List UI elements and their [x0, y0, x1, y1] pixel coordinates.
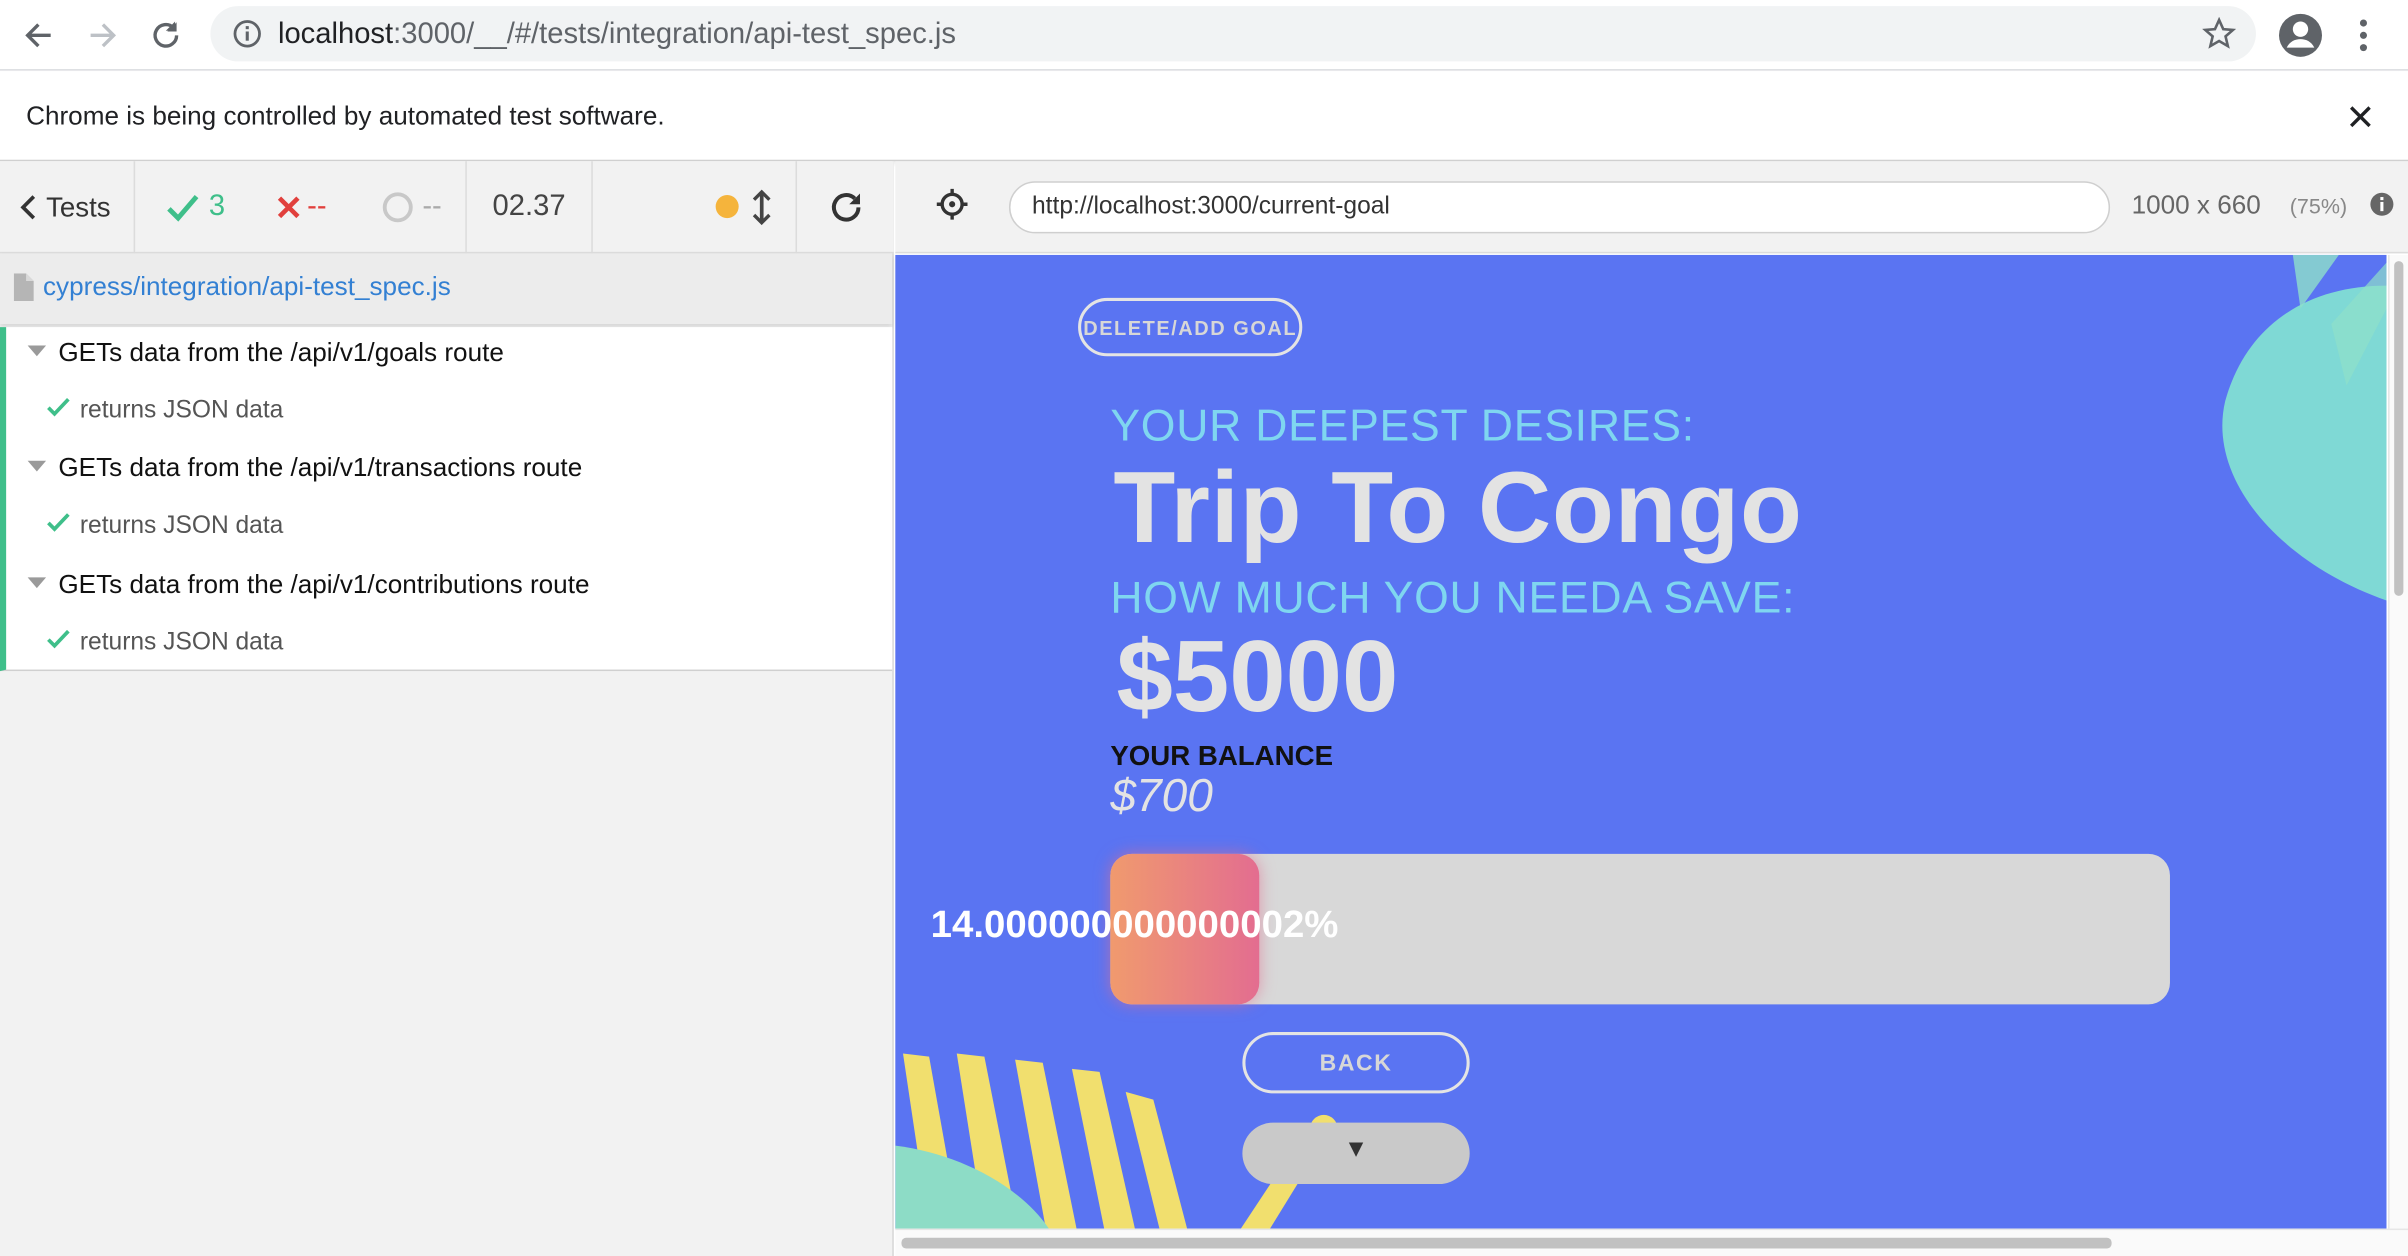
balance-amount: $700	[1110, 770, 1213, 822]
collapse-triangle-icon	[27, 577, 47, 589]
test-list: GETs data from the /api/v1/goals route r…	[0, 327, 893, 672]
goal-title: Trip To Congo	[1113, 449, 1803, 564]
suite-goals[interactable]: GETs data from the /api/v1/goals route	[27, 337, 504, 369]
collapse-triangle-icon	[27, 345, 47, 357]
close-icon[interactable]	[2347, 103, 2375, 131]
horizontal-scrollbar[interactable]	[895, 1228, 2408, 1256]
desires-label: YOUR DEEPEST DESIRES:	[1110, 402, 1695, 452]
horizontal-scroll-thumb[interactable]	[901, 1237, 2112, 1249]
address-text[interactable]: localhost:3000/__/#/tests/integration/ap…	[278, 18, 956, 52]
url-host: localhost	[277, 18, 394, 51]
pass-check-icon	[47, 513, 70, 532]
back-button[interactable]: BACK	[1242, 1031, 1470, 1094]
menu-icon[interactable]	[2350, 15, 2378, 55]
forward-icon[interactable]	[77, 9, 129, 61]
pending-count: --	[422, 190, 442, 223]
blob-bottom-left	[895, 1145, 1049, 1229]
tests-label: Tests	[46, 191, 111, 222]
running-indicator-icon	[715, 195, 739, 219]
test-title: returns JSON data	[79, 397, 284, 424]
rerun-icon	[831, 193, 860, 222]
test-transactions-returns-json[interactable]: returns JSON data	[46, 511, 283, 540]
reload-icon[interactable]	[140, 9, 192, 61]
test-goals-returns-json[interactable]: returns JSON data	[46, 396, 283, 425]
automation-infobar: Chrome is being controlled by automated …	[0, 72, 2408, 162]
reporter-header: Tests 3 -- -- 02.37	[0, 161, 894, 254]
url-path: :3000/__/#/tests/integration/api-test_sp…	[393, 18, 957, 51]
stripe-bottom-left	[1071, 1068, 1135, 1229]
browser-toolbar: localhost:3000/__/#/tests/integration/ap…	[0, 0, 2408, 71]
vertical-scrollbar[interactable]	[2388, 254, 2408, 1229]
tests-button[interactable]: Tests	[0, 161, 136, 254]
vertical-scroll-thumb[interactable]	[2394, 261, 2404, 596]
app-preview: DELETE/ADD GOAL YOUR DEEPEST DESIRES: Tr…	[895, 254, 2387, 1229]
infobar-text: Chrome is being controlled by automated …	[26, 101, 665, 131]
goal-amount: $5000	[1116, 618, 1399, 733]
chevron-left-icon	[20, 195, 36, 220]
test-title: returns JSON data	[79, 512, 284, 540]
file-icon	[13, 273, 34, 301]
spec-file-link[interactable]: cypress/integration/api-test_spec.js	[43, 272, 451, 303]
collapse-triangle-icon	[27, 460, 47, 472]
viewport-size: 1000 x 660	[2131, 190, 2261, 220]
suite-contributions[interactable]: GETs data from the /api/v1/contributions…	[27, 569, 590, 601]
selector-playground-icon[interactable]	[935, 187, 969, 221]
viewport-info-icon[interactable]	[2370, 192, 2395, 217]
suite-title: GETs data from the /api/v1/goals route	[58, 337, 504, 368]
suite-title: GETs data from the /api/v1/transactions …	[58, 453, 583, 483]
pass-check-icon	[47, 629, 70, 649]
suite-transactions[interactable]: GETs data from the /api/v1/transactions …	[27, 453, 583, 484]
info-icon[interactable]	[232, 18, 263, 49]
passed-check-icon	[167, 194, 199, 222]
pending-spinner-icon	[382, 192, 413, 223]
aut-url-field[interactable]: http://localhost:3000/current-goal	[1008, 181, 2111, 234]
test-title: returns JSON data	[79, 629, 284, 656]
aut-header: http://localhost:3000/current-goal 1000 …	[895, 161, 2408, 254]
failed-x-icon	[277, 196, 300, 219]
test-contributions-returns-json[interactable]: returns JSON data	[46, 628, 283, 657]
spec-file-bar: cypress/integration/api-test_spec.js	[0, 253, 893, 325]
address-bar[interactable]: localhost:3000/__/#/tests/integration/ap…	[210, 6, 2256, 62]
passed-count: 3	[208, 190, 226, 223]
star-icon[interactable]	[2202, 16, 2236, 51]
suite-title: GETs data from the /api/v1/contributions…	[58, 569, 590, 599]
progress-label: 14.000000000000002%	[930, 902, 1339, 946]
expand-toggle-button[interactable]: ▼	[1242, 1122, 1470, 1185]
stats: 3 -- --	[135, 161, 467, 254]
viewport-scale: (75%)	[2289, 193, 2348, 219]
rerun-button[interactable]	[795, 161, 893, 254]
scroll-toggle-icon[interactable]	[751, 189, 773, 226]
back-icon[interactable]	[12, 9, 64, 61]
failed-count: --	[307, 190, 327, 223]
balance-label: YOUR BALANCE	[1110, 740, 1334, 771]
pass-check-icon	[47, 398, 70, 417]
delete-add-goal-button[interactable]: DELETE/ADD GOAL	[1078, 297, 1303, 357]
stripe-bottom-left	[1125, 1091, 1188, 1229]
test-reporter: Tests 3 -- -- 02.37 cypress/integration/…	[0, 161, 894, 1256]
duration: 02.37	[467, 161, 593, 254]
profile-icon[interactable]	[2276, 11, 2325, 60]
